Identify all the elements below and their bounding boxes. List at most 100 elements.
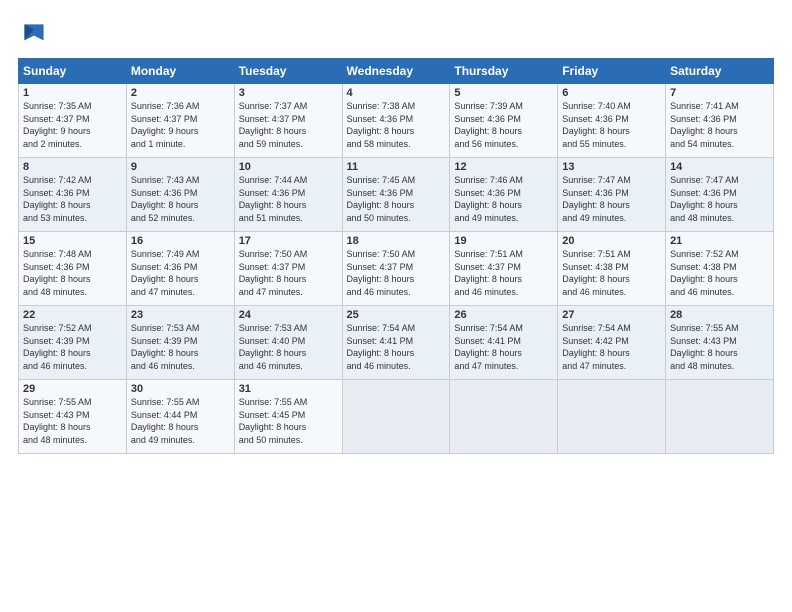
day-info: Sunrise: 7:50 AM Sunset: 4:37 PM Dayligh… [239, 248, 338, 298]
day-number: 30 [131, 383, 230, 395]
day-number: 12 [454, 161, 553, 173]
calendar-table: SundayMondayTuesdayWednesdayThursdayFrid… [18, 58, 774, 454]
calendar-cell: 10Sunrise: 7:44 AM Sunset: 4:36 PM Dayli… [234, 158, 342, 232]
calendar-cell: 15Sunrise: 7:48 AM Sunset: 4:36 PM Dayli… [19, 232, 127, 306]
day-info: Sunrise: 7:51 AM Sunset: 4:37 PM Dayligh… [454, 248, 553, 298]
day-info: Sunrise: 7:54 AM Sunset: 4:41 PM Dayligh… [347, 322, 446, 372]
calendar-cell: 6Sunrise: 7:40 AM Sunset: 4:36 PM Daylig… [558, 84, 666, 158]
day-info: Sunrise: 7:55 AM Sunset: 4:44 PM Dayligh… [131, 396, 230, 446]
day-info: Sunrise: 7:44 AM Sunset: 4:36 PM Dayligh… [239, 174, 338, 224]
calendar-cell: 20Sunrise: 7:51 AM Sunset: 4:38 PM Dayli… [558, 232, 666, 306]
day-header-wednesday: Wednesday [342, 59, 450, 84]
calendar-cell: 25Sunrise: 7:54 AM Sunset: 4:41 PM Dayli… [342, 306, 450, 380]
day-number: 10 [239, 161, 338, 173]
day-number: 31 [239, 383, 338, 395]
calendar-cell: 13Sunrise: 7:47 AM Sunset: 4:36 PM Dayli… [558, 158, 666, 232]
calendar-header-row: SundayMondayTuesdayWednesdayThursdayFrid… [19, 59, 774, 84]
calendar-cell: 8Sunrise: 7:42 AM Sunset: 4:36 PM Daylig… [19, 158, 127, 232]
calendar-cell: 16Sunrise: 7:49 AM Sunset: 4:36 PM Dayli… [126, 232, 234, 306]
calendar-cell [342, 380, 450, 454]
day-number: 29 [23, 383, 122, 395]
day-info: Sunrise: 7:55 AM Sunset: 4:43 PM Dayligh… [23, 396, 122, 446]
calendar-week-2: 8Sunrise: 7:42 AM Sunset: 4:36 PM Daylig… [19, 158, 774, 232]
day-info: Sunrise: 7:38 AM Sunset: 4:36 PM Dayligh… [347, 100, 446, 150]
calendar-cell: 5Sunrise: 7:39 AM Sunset: 4:36 PM Daylig… [450, 84, 558, 158]
day-number: 15 [23, 235, 122, 247]
logo [18, 18, 54, 50]
day-info: Sunrise: 7:50 AM Sunset: 4:37 PM Dayligh… [347, 248, 446, 298]
calendar-cell: 22Sunrise: 7:52 AM Sunset: 4:39 PM Dayli… [19, 306, 127, 380]
calendar-week-1: 1Sunrise: 7:35 AM Sunset: 4:37 PM Daylig… [19, 84, 774, 158]
day-number: 26 [454, 309, 553, 321]
day-info: Sunrise: 7:46 AM Sunset: 4:36 PM Dayligh… [454, 174, 553, 224]
calendar-cell: 24Sunrise: 7:53 AM Sunset: 4:40 PM Dayli… [234, 306, 342, 380]
day-info: Sunrise: 7:53 AM Sunset: 4:39 PM Dayligh… [131, 322, 230, 372]
day-info: Sunrise: 7:35 AM Sunset: 4:37 PM Dayligh… [23, 100, 122, 150]
day-number: 28 [670, 309, 769, 321]
calendar-cell: 26Sunrise: 7:54 AM Sunset: 4:41 PM Dayli… [450, 306, 558, 380]
day-header-saturday: Saturday [666, 59, 774, 84]
day-number: 19 [454, 235, 553, 247]
day-info: Sunrise: 7:49 AM Sunset: 4:36 PM Dayligh… [131, 248, 230, 298]
day-number: 5 [454, 87, 553, 99]
day-info: Sunrise: 7:52 AM Sunset: 4:38 PM Dayligh… [670, 248, 769, 298]
day-info: Sunrise: 7:55 AM Sunset: 4:43 PM Dayligh… [670, 322, 769, 372]
day-header-tuesday: Tuesday [234, 59, 342, 84]
day-number: 6 [562, 87, 661, 99]
day-info: Sunrise: 7:41 AM Sunset: 4:36 PM Dayligh… [670, 100, 769, 150]
calendar-cell: 30Sunrise: 7:55 AM Sunset: 4:44 PM Dayli… [126, 380, 234, 454]
day-header-sunday: Sunday [19, 59, 127, 84]
calendar-cell: 4Sunrise: 7:38 AM Sunset: 4:36 PM Daylig… [342, 84, 450, 158]
calendar-cell: 11Sunrise: 7:45 AM Sunset: 4:36 PM Dayli… [342, 158, 450, 232]
day-number: 11 [347, 161, 446, 173]
day-info: Sunrise: 7:55 AM Sunset: 4:45 PM Dayligh… [239, 396, 338, 446]
calendar-cell: 21Sunrise: 7:52 AM Sunset: 4:38 PM Dayli… [666, 232, 774, 306]
day-number: 9 [131, 161, 230, 173]
day-number: 24 [239, 309, 338, 321]
day-number: 23 [131, 309, 230, 321]
calendar-cell: 23Sunrise: 7:53 AM Sunset: 4:39 PM Dayli… [126, 306, 234, 380]
day-header-thursday: Thursday [450, 59, 558, 84]
day-info: Sunrise: 7:43 AM Sunset: 4:36 PM Dayligh… [131, 174, 230, 224]
calendar-cell: 2Sunrise: 7:36 AM Sunset: 4:37 PM Daylig… [126, 84, 234, 158]
day-info: Sunrise: 7:51 AM Sunset: 4:38 PM Dayligh… [562, 248, 661, 298]
calendar-cell: 17Sunrise: 7:50 AM Sunset: 4:37 PM Dayli… [234, 232, 342, 306]
day-info: Sunrise: 7:52 AM Sunset: 4:39 PM Dayligh… [23, 322, 122, 372]
day-info: Sunrise: 7:53 AM Sunset: 4:40 PM Dayligh… [239, 322, 338, 372]
day-info: Sunrise: 7:39 AM Sunset: 4:36 PM Dayligh… [454, 100, 553, 150]
day-number: 27 [562, 309, 661, 321]
day-info: Sunrise: 7:40 AM Sunset: 4:36 PM Dayligh… [562, 100, 661, 150]
day-number: 18 [347, 235, 446, 247]
calendar-cell: 12Sunrise: 7:46 AM Sunset: 4:36 PM Dayli… [450, 158, 558, 232]
page-header [18, 18, 774, 50]
day-info: Sunrise: 7:42 AM Sunset: 4:36 PM Dayligh… [23, 174, 122, 224]
day-number: 7 [670, 87, 769, 99]
calendar-week-5: 29Sunrise: 7:55 AM Sunset: 4:43 PM Dayli… [19, 380, 774, 454]
day-info: Sunrise: 7:48 AM Sunset: 4:36 PM Dayligh… [23, 248, 122, 298]
calendar-cell: 1Sunrise: 7:35 AM Sunset: 4:37 PM Daylig… [19, 84, 127, 158]
day-number: 20 [562, 235, 661, 247]
logo-icon [18, 18, 50, 50]
calendar-cell [450, 380, 558, 454]
day-number: 3 [239, 87, 338, 99]
calendar-week-4: 22Sunrise: 7:52 AM Sunset: 4:39 PM Dayli… [19, 306, 774, 380]
day-number: 13 [562, 161, 661, 173]
calendar-cell: 28Sunrise: 7:55 AM Sunset: 4:43 PM Dayli… [666, 306, 774, 380]
day-number: 14 [670, 161, 769, 173]
day-number: 2 [131, 87, 230, 99]
calendar-cell: 29Sunrise: 7:55 AM Sunset: 4:43 PM Dayli… [19, 380, 127, 454]
calendar-cell: 3Sunrise: 7:37 AM Sunset: 4:37 PM Daylig… [234, 84, 342, 158]
day-header-friday: Friday [558, 59, 666, 84]
day-number: 22 [23, 309, 122, 321]
calendar-cell [558, 380, 666, 454]
day-info: Sunrise: 7:54 AM Sunset: 4:41 PM Dayligh… [454, 322, 553, 372]
day-info: Sunrise: 7:37 AM Sunset: 4:37 PM Dayligh… [239, 100, 338, 150]
calendar-cell: 7Sunrise: 7:41 AM Sunset: 4:36 PM Daylig… [666, 84, 774, 158]
day-number: 4 [347, 87, 446, 99]
day-number: 16 [131, 235, 230, 247]
day-info: Sunrise: 7:47 AM Sunset: 4:36 PM Dayligh… [562, 174, 661, 224]
day-info: Sunrise: 7:36 AM Sunset: 4:37 PM Dayligh… [131, 100, 230, 150]
day-number: 21 [670, 235, 769, 247]
calendar-cell: 14Sunrise: 7:47 AM Sunset: 4:36 PM Dayli… [666, 158, 774, 232]
calendar-week-3: 15Sunrise: 7:48 AM Sunset: 4:36 PM Dayli… [19, 232, 774, 306]
